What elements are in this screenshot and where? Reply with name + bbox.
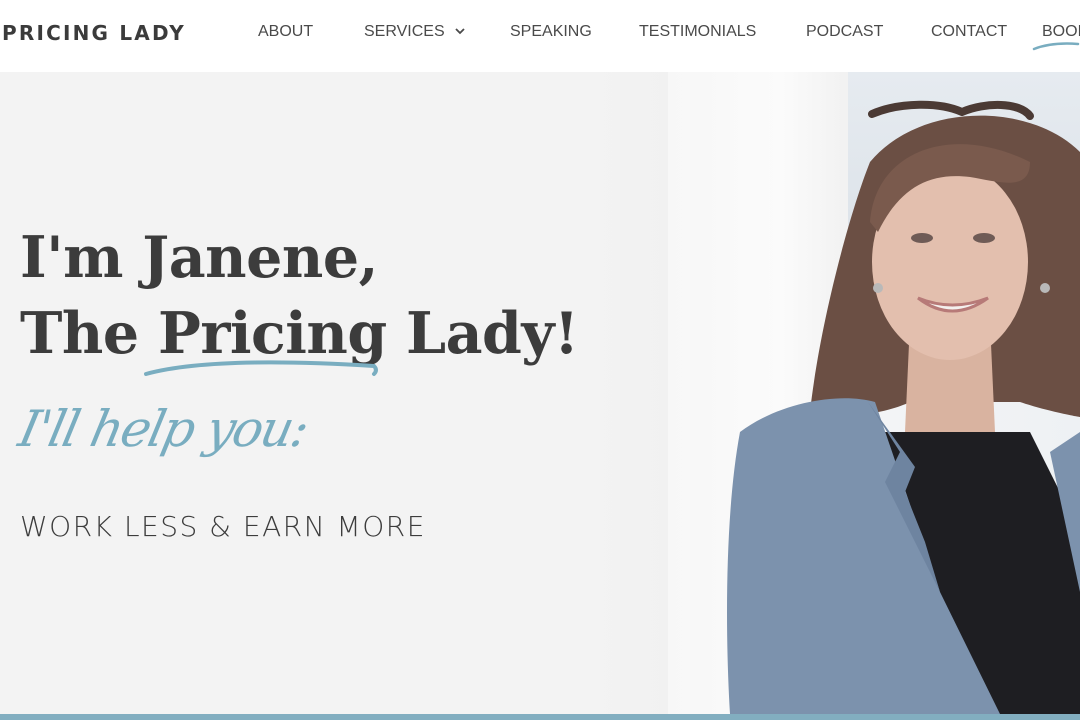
nav-services-label: SERVICES: [364, 23, 445, 40]
hero-headline: I'm Janene, The Pricing Lady!: [20, 220, 579, 372]
nav-book-underline: [1032, 42, 1080, 51]
hero-tagline: WORK LESS & EARN MORE: [20, 510, 426, 543]
nav-testimonials[interactable]: TESTIMONIALS: [639, 23, 756, 41]
chevron-down-icon: [455, 28, 465, 35]
hero-section: I'm Janene, The Pricing Lady! I'll help …: [0, 72, 1080, 714]
headline-line-1: I'm Janene,: [20, 224, 378, 291]
nav-services[interactable]: SERVICES: [364, 23, 465, 41]
accent-bar: [0, 714, 1080, 720]
pricing-underline-swoosh: [144, 360, 378, 376]
nav-contact[interactable]: CONTACT: [931, 23, 1007, 41]
hero-script-text: I'll help you:: [13, 400, 313, 458]
site-header: PRICING LADY ABOUT SERVICES SPEAKING TES…: [0, 0, 1080, 72]
site-logo[interactable]: PRICING LADY: [2, 21, 186, 45]
nav-podcast[interactable]: PODCAST: [806, 23, 883, 41]
nav-about[interactable]: ABOUT: [258, 23, 313, 41]
portrait-photo: [727, 100, 1080, 714]
nav-speaking[interactable]: SPEAKING: [510, 23, 592, 41]
